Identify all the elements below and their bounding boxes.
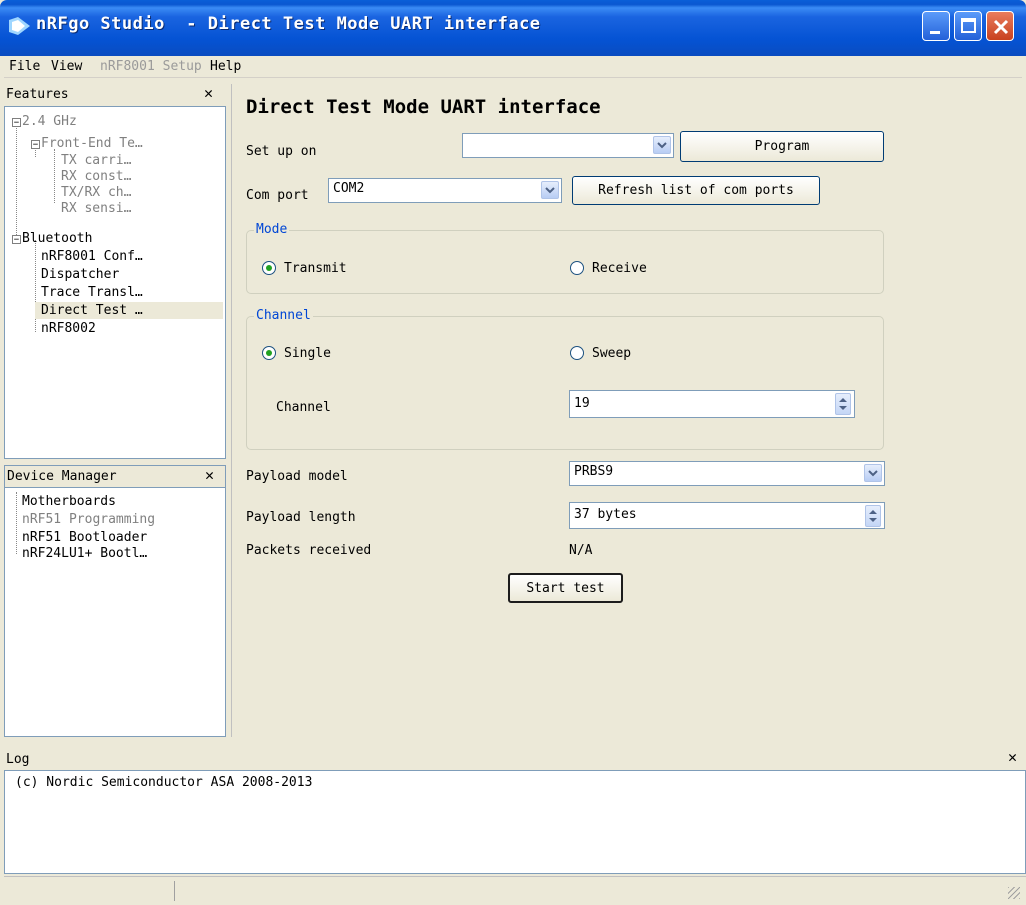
log-panel-title: Log — [6, 752, 30, 767]
chevron-down-icon[interactable] — [864, 464, 882, 482]
payload-length-spinbox[interactable]: 37 bytes — [569, 502, 885, 529]
features-panel-title: Features — [6, 87, 69, 102]
close-icon[interactable]: ✕ — [205, 466, 214, 484]
page-title: Direct Test Mode UART interface — [246, 96, 601, 118]
tree-item-trace-translator[interactable]: Trace Transl… — [41, 285, 143, 301]
tree-item-bluetooth[interactable]: Bluetooth — [22, 231, 92, 247]
receive-radio[interactable] — [570, 261, 584, 275]
tree-item-nrf8002[interactable]: nRF8002 — [41, 321, 96, 337]
start-test-button[interactable]: Start test — [508, 573, 623, 603]
tree-item-2-4ghz[interactable]: 2.4 GHz — [22, 114, 77, 130]
spinner-arrows-icon[interactable] — [835, 393, 851, 415]
close-icon[interactable]: ✕ — [204, 84, 213, 102]
payload-length-label: Payload length — [246, 510, 356, 525]
log-line: (c) Nordic Semiconductor ASA 2008-2013 — [15, 775, 313, 790]
maximize-button[interactable] — [954, 11, 982, 41]
device-item-nrf24lu1-bootloader[interactable]: nRF24LU1+ Bootl… — [22, 546, 147, 562]
sweep-radio[interactable] — [570, 346, 584, 360]
single-radio[interactable] — [262, 346, 276, 360]
menu-bar: File View nRF8001 Setup Help — [4, 56, 1022, 78]
close-icon — [993, 19, 1009, 35]
status-bar — [4, 876, 1026, 905]
packets-received-value: N/A — [569, 543, 593, 558]
device-manager-title: Device Manager — [7, 469, 117, 484]
sweep-label: Sweep — [592, 346, 632, 361]
resize-grip[interactable] — [1008, 887, 1020, 899]
receive-label: Receive — [592, 261, 647, 276]
features-panel-header: Features ✕ — [4, 84, 226, 106]
packets-received-label: Packets received — [246, 543, 372, 558]
tree-item-front-end[interactable]: Front-End Te… — [41, 136, 143, 152]
setup-dropdown[interactable] — [462, 133, 674, 158]
menu-nrf8001-setup[interactable]: nRF8001 Setup — [100, 59, 202, 74]
device-manager-tree: Motherboards nRF51 Programming nRF51 Boo… — [4, 487, 226, 737]
payload-model-dropdown[interactable]: PRBS9 — [569, 461, 885, 486]
nordic-logo-icon — [9, 17, 30, 35]
transmit-label: Transmit — [284, 261, 347, 276]
single-label: Single — [284, 346, 331, 361]
setup-label: Set up on — [246, 144, 317, 159]
device-item-nrf51-programming[interactable]: nRF51 Programming — [22, 512, 155, 528]
collapse-icon[interactable]: − — [31, 140, 40, 150]
channel-label: Channel — [276, 400, 331, 415]
main-panel: Direct Test Mode UART interface Set up o… — [231, 84, 1026, 737]
spinner-arrows-icon[interactable] — [865, 505, 881, 527]
tree-item-rx-sensitivity[interactable]: RX sensi… — [61, 201, 131, 217]
tree-item-nrf8001-config[interactable]: nRF8001 Conf… — [41, 249, 143, 265]
log-panel-header: Log ✕ — [4, 748, 1026, 770]
transmit-radio[interactable] — [262, 261, 276, 275]
mode-group-title: Mode — [254, 222, 290, 237]
close-window-button[interactable] — [986, 11, 1014, 41]
tree-item-direct-test[interactable]: Direct Test … — [41, 303, 143, 319]
menu-file[interactable]: File — [9, 59, 40, 74]
tree-item-txrx-channel[interactable]: TX/RX ch… — [61, 185, 131, 201]
menu-view[interactable]: View — [51, 59, 82, 74]
com-port-dropdown[interactable]: COM2 — [328, 178, 562, 203]
collapse-icon[interactable]: − — [12, 235, 21, 245]
program-button[interactable]: Program — [680, 131, 884, 162]
channel-group — [246, 316, 884, 450]
collapse-icon[interactable]: − — [12, 118, 21, 128]
refresh-com-ports-button[interactable]: Refresh list of com ports — [572, 176, 820, 205]
device-item-motherboards[interactable]: Motherboards — [22, 494, 116, 510]
features-tree: − 2.4 GHz − Front-End Te… TX carri… RX c… — [4, 106, 226, 459]
device-item-nrf51-bootloader[interactable]: nRF51 Bootloader — [22, 530, 147, 546]
tree-item-dispatcher[interactable]: Dispatcher — [41, 267, 119, 283]
window-title: nRFgo Studio - Direct Test Mode UART int… — [36, 14, 541, 34]
log-area[interactable]: (c) Nordic Semiconductor ASA 2008-2013 — [4, 770, 1026, 874]
minimize-button[interactable] — [922, 11, 950, 41]
close-icon[interactable]: ✕ — [1008, 748, 1017, 766]
device-manager-header: Device Manager ✕ — [4, 465, 226, 487]
channel-spinbox[interactable]: 19 — [569, 390, 855, 418]
chevron-down-icon[interactable] — [541, 181, 559, 199]
channel-group-title: Channel — [254, 308, 313, 323]
tree-item-rx-const[interactable]: RX const… — [61, 169, 131, 185]
tree-item-tx-carrier[interactable]: TX carri… — [61, 153, 131, 169]
menu-help[interactable]: Help — [210, 59, 241, 74]
chevron-down-icon[interactable] — [653, 136, 671, 154]
com-port-label: Com port — [246, 188, 309, 203]
payload-model-label: Payload model — [246, 469, 348, 484]
